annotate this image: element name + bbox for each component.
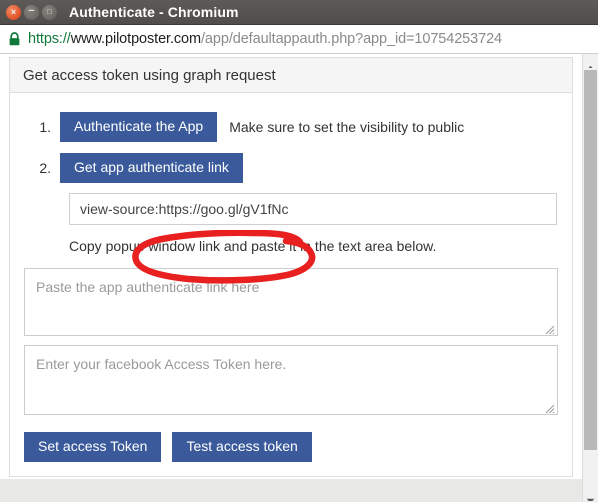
paste-link-textarea-wrapper <box>24 268 558 336</box>
authenticate-app-button[interactable]: Authenticate the App <box>60 112 218 142</box>
step-2-number: 2. <box>39 160 51 176</box>
action-button-row: Set access Token Test access token <box>24 432 572 462</box>
url-host: www.pilotposter.com <box>70 31 201 47</box>
scrollbar-thumb[interactable] <box>584 70 597 450</box>
minimize-button[interactable]: − <box>24 4 39 20</box>
helper-text: Copy popup window link and paste it in t… <box>69 238 437 254</box>
test-access-token-button[interactable]: Test access token <box>172 432 312 462</box>
close-icon: × <box>10 6 17 17</box>
step-2-row: 2. Get app authenticate link <box>10 153 572 183</box>
step-1-note: Make sure to set the visibility to publi… <box>229 119 465 135</box>
close-button[interactable]: × <box>6 4 21 20</box>
card-body: 1. Authenticate the App Make sure to set… <box>10 112 572 462</box>
maximize-button[interactable]: □ <box>42 4 57 20</box>
access-token-textarea-wrapper <box>24 345 558 415</box>
set-access-token-button[interactable]: Set access Token <box>24 432 162 462</box>
url-path: /app/defaultappauth.php?app_id=107542537… <box>201 31 503 47</box>
access-token-textarea[interactable] <box>24 345 558 415</box>
window-title: Authenticate - Chromium <box>69 4 239 20</box>
web-page: Get access token using graph request 1. … <box>0 54 582 501</box>
url-text[interactable]: https://www.pilotposter.com/app/defaulta… <box>28 31 502 47</box>
url-scheme: https:// <box>28 31 71 47</box>
step-1-row: 1. Authenticate the App Make sure to set… <box>10 112 572 143</box>
step-1-number: 1. <box>39 119 51 135</box>
scroll-down-button[interactable] <box>583 487 598 501</box>
access-token-card: Get access token using graph request 1. … <box>9 57 573 477</box>
lock-icon <box>8 32 21 46</box>
scroll-down-icon <box>586 491 595 501</box>
get-app-authenticate-link-button[interactable]: Get app authenticate link <box>60 153 243 183</box>
address-bar[interactable]: https://www.pilotposter.com/app/defaulta… <box>0 25 598 54</box>
window-bottom-strip <box>0 479 582 501</box>
scroll-up-button[interactable] <box>583 54 598 71</box>
link-input-wrapper <box>69 193 557 225</box>
authenticate-link-input[interactable] <box>69 193 557 225</box>
scrollbar-track[interactable] <box>583 68 598 487</box>
scroll-up-icon <box>586 58 595 71</box>
browser-window: × − □ Authenticate - Chromium https://ww… <box>0 0 598 502</box>
card-title: Get access token using graph request <box>23 66 276 84</box>
paste-link-textarea[interactable] <box>24 268 558 336</box>
window-controls: × − □ <box>0 4 57 20</box>
minimize-icon: − <box>28 4 35 17</box>
steps-list: 1. Authenticate the App Make sure to set… <box>10 112 572 183</box>
title-bar: × − □ Authenticate - Chromium <box>0 0 598 25</box>
page-scrollbar[interactable] <box>582 54 598 501</box>
page-viewport: Get access token using graph request 1. … <box>0 54 598 501</box>
maximize-icon: □ <box>47 7 52 16</box>
card-header: Get access token using graph request <box>10 58 572 93</box>
